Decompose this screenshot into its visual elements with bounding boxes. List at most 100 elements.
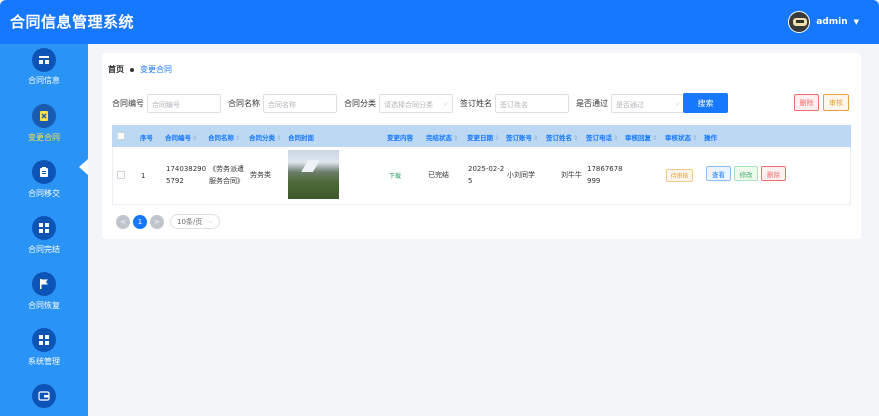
column-header[interactable]: 变更日期⇕ [467,132,499,142]
edit-button[interactable]: 修改 [734,166,758,181]
sidebar-item-wallet[interactable] [0,376,88,416]
search-button[interactable]: 搜索 [683,93,728,113]
column-header[interactable]: 审核状态⇕ [665,132,697,142]
cell-signer-account: 小刘同学 [507,171,535,179]
next-page-button[interactable]: > [150,214,164,229]
cell-contract-name: 《劳务派遣服务合同》 [209,165,244,185]
sort-icon: ⇕ [573,134,579,142]
breadcrumb-home[interactable]: 首页 [108,64,124,75]
row-checkbox[interactable] [117,171,125,179]
cell-contract-no: 1740382905792 [166,165,207,185]
sort-icon: ⇕ [192,134,198,142]
signer-input[interactable]: 签订姓名 [495,93,569,113]
delete-button[interactable]: 删除 [761,166,786,181]
batch-delete-button[interactable]: 删除 [794,94,819,111]
column-header[interactable]: 签订电话⇕ [586,132,618,142]
filter-bar: 合同编号 合同编号 合同名称 合同名称 合同分类 请选择合同分类 ⌵ 签订姓名 … [112,93,692,113]
cell-finish-status: 已完结 [428,171,449,179]
passed-placeholder: 是否通过 [616,100,644,109]
column-header[interactable]: 签订姓名⇕ [546,132,578,142]
select-all-checkbox[interactable] [117,132,125,140]
sidebar-item-label: 合同恢复 [28,301,60,310]
chevron-down-icon: ⌵ [208,217,213,225]
sidebar-item-contract-info[interactable]: 合同信息 [0,44,88,96]
list-icon [32,48,56,72]
view-button[interactable]: 查看 [706,166,731,181]
column-header[interactable]: 完结状态⇕ [426,132,458,142]
sidebar-item-system[interactable]: 系统管理 [0,320,88,376]
passed-select[interactable]: 是否通过 ⌵ [611,93,685,113]
sort-icon: ⇕ [494,134,500,142]
sort-icon: ⇕ [533,134,539,142]
breadcrumb-separator [130,67,134,72]
user-menu[interactable]: admin ▼ [788,11,859,33]
chevron-down-icon: ⌵ [442,98,448,107]
top-bar: 合同信息管理系统 admin ▼ [0,0,879,44]
contract-no-input[interactable]: 合同编号 [147,93,221,113]
breadcrumb-current: 变更合同 [140,65,172,74]
grid-icon [32,328,56,352]
grid-icon [32,216,56,240]
pagination: < 1 > 10条/页 ⌵ [116,214,220,229]
active-indicator [79,159,88,175]
flag-icon [32,272,56,296]
filter-label: 合同分类 [344,98,376,108]
main-panel: 首页 变更合同 合同编号 合同编号 合同名称 合同名称 合同分类 请选择合同分类… [102,53,861,239]
sidebar-item-label: 系统管理 [28,357,60,366]
sidebar-item-transfer[interactable]: 合同移交 [0,152,88,208]
cell-category: 劳务类 [250,171,271,179]
cell-signer-phone: 17867678999 [587,165,623,185]
page-size-label: 10条/页 [177,217,203,226]
sort-icon: ⇕ [235,134,241,142]
sort-icon: ⇕ [652,134,658,142]
breadcrumb: 首页 变更合同 [108,64,172,75]
download-link[interactable]: 下载 [389,171,401,180]
sidebar-item-label: 合同移交 [28,189,60,198]
prev-page-button[interactable]: < [116,214,130,229]
column-header: 合同封面 [288,134,314,142]
contract-table: 序号 合同编号⇕ 合同名称⇕ 合同分类⇕ 合同封面 变更内容 完结状态⇕ 变更日… [112,125,851,205]
column-header: 变更内容 [387,134,413,142]
sidebar: 合同信息 变更合同 合同移交 合同完结 合同恢复 系统管理 [0,44,88,416]
avatar[interactable] [788,11,811,33]
contract-cover-image [288,150,339,199]
wallet-icon [32,384,56,408]
column-header[interactable]: 签订账号⇕ [506,132,538,142]
sidebar-item-finish[interactable]: 合同完结 [0,208,88,264]
sidebar-item-label: 合同信息 [28,76,60,85]
column-header: 序号 [140,134,153,142]
filter-label: 合同编号 [112,98,144,108]
cell-change-date: 2025-02-25 [468,165,505,185]
status-badge: 待审核 [666,169,693,182]
sidebar-item-label: 合同完结 [28,245,60,254]
page-size-select[interactable]: 10条/页 ⌵ [170,214,220,229]
clipboard-icon [32,160,56,184]
contract-name-input[interactable]: 合同名称 [263,93,337,113]
table-header: 序号 合同编号⇕ 合同名称⇕ 合同分类⇕ 合同封面 变更内容 完结状态⇕ 变更日… [112,125,851,147]
chevron-down-icon: ⌵ [674,98,680,107]
category-select[interactable]: 请选择合同分类 ⌵ [379,93,453,113]
username[interactable]: admin [816,17,847,27]
app-root: 合同信息管理系统 admin ▼ 合同信息 变更合同 合同移交 合同完结 合同恢… [0,0,879,416]
sort-icon: ⇕ [276,134,282,142]
document-x-icon [32,104,56,128]
column-header[interactable]: 合同编号⇕ [165,132,197,142]
cell-signer-name: 刘牛牛 [561,171,582,179]
page-number-button[interactable]: 1 [133,214,147,229]
sidebar-item-change-contract[interactable]: 变更合同 [0,96,88,152]
column-header: 操作 [704,134,717,142]
table-row: 1 1740382905792 《劳务派遣服务合同》 劳务类 下载 已完结 20… [112,147,851,205]
filter-label: 签订姓名 [460,98,492,108]
column-header[interactable]: 合同名称⇕ [208,132,240,142]
column-header[interactable]: 审核回复⇕ [625,132,657,142]
chevron-down-icon[interactable]: ▼ [854,18,859,26]
batch-audit-button[interactable]: 审核 [823,94,849,111]
filter-label: 合同名称 [228,98,260,108]
cell-index: 1 [141,172,146,180]
sidebar-item-restore[interactable]: 合同恢复 [0,264,88,320]
column-header[interactable]: 合同分类⇕ [249,132,281,142]
app-title: 合同信息管理系统 [10,13,135,31]
sort-icon: ⇕ [613,134,619,142]
sort-icon: ⇕ [692,134,698,142]
sidebar-item-label: 变更合同 [28,133,60,142]
